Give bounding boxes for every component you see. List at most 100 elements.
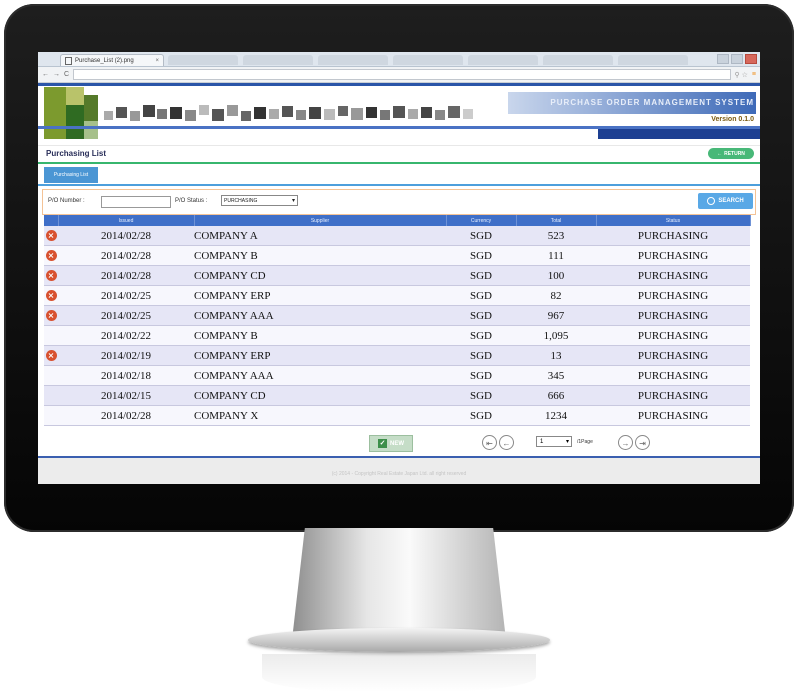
delete-icon[interactable]: × <box>45 270 57 282</box>
page-select[interactable]: 1 ▾ <box>536 436 572 447</box>
col-header-status[interactable]: Status <box>596 215 751 226</box>
po-status-value: PURCHASING <box>224 197 258 204</box>
total-cell: 666 <box>516 385 596 406</box>
browser-tab-title: Purchase_List (2).png <box>75 57 134 64</box>
total-cell: 1234 <box>516 405 596 426</box>
supplier-cell: COMPANY B <box>194 325 446 346</box>
issued-cell: 2014/02/25 <box>58 285 194 306</box>
delete-cell: × <box>44 265 58 286</box>
table-row[interactable]: × 2014/02/28 COMPANY A SGD 523 PURCHASING <box>44 226 750 246</box>
browser-tab-bar: Purchase_List (2).png × <box>38 52 760 67</box>
last-page-icon[interactable]: ⇥ <box>635 435 650 450</box>
page-select-value: 1 <box>540 438 544 445</box>
copyright-text: (c) 2014 - Copyright Real Estate Japan L… <box>331 471 467 477</box>
prev-page-icon[interactable]: ← <box>499 435 514 450</box>
browser-tab[interactable]: Purchase_List (2).png × <box>60 54 164 66</box>
forward-icon[interactable]: → <box>53 71 60 78</box>
zoom-star-icons[interactable]: ⚲ ☆ <box>735 71 748 79</box>
banner-accent-bar <box>598 129 760 139</box>
chevron-down-icon: ▾ <box>291 198 295 204</box>
table-row[interactable]: × 2014/02/28 COMPANY CD SGD 100 PURCHASING <box>44 265 750 286</box>
next-page-icon[interactable]: → <box>618 435 633 450</box>
col-header-total[interactable]: Total <box>516 215 597 226</box>
po-status-select[interactable]: PURCHASING ▾ <box>221 195 298 206</box>
table-row[interactable]: × 2014/02/28 COMPANY B SGD 111 PURCHASING <box>44 245 750 266</box>
delete-cell <box>44 325 58 346</box>
browser-tab-blurred[interactable] <box>168 55 238 65</box>
table-row[interactable]: × 2014/02/25 COMPANY AAA SGD 967 PURCHASING <box>44 305 750 326</box>
total-cell: 967 <box>516 305 596 326</box>
delete-icon[interactable]: × <box>45 310 57 322</box>
address-bar[interactable] <box>73 69 731 80</box>
supplier-cell: COMPANY ERP <box>194 345 446 366</box>
screen: Purchase_List (2).png × ← → C ⚲ ☆ ≡ PURC… <box>38 52 760 484</box>
browser-tab-blurred[interactable] <box>618 55 688 65</box>
table-row[interactable]: × 2014/02/25 COMPANY ERP SGD 82 PURCHASING <box>44 285 750 306</box>
document-icon <box>65 56 72 65</box>
page-title: Purchasing List <box>46 149 107 158</box>
issued-cell: 2014/02/15 <box>58 385 194 406</box>
browser-tab-blurred[interactable] <box>318 55 388 65</box>
col-header-currency[interactable]: Currency <box>446 215 517 226</box>
chevron-down-icon: ▾ <box>565 439 569 445</box>
issued-cell: 2014/02/28 <box>58 245 194 266</box>
total-cell: 345 <box>516 365 596 386</box>
search-icon <box>707 197 716 205</box>
supplier-cell: COMPANY X <box>194 405 446 426</box>
issued-cell: 2014/02/19 <box>58 345 194 366</box>
per-page-label: /1Page <box>577 439 593 445</box>
window-controls <box>717 54 757 64</box>
issued-cell: 2014/02/28 <box>58 226 194 246</box>
delete-cell: × <box>44 245 58 266</box>
status-cell: PURCHASING <box>596 325 750 346</box>
delete-icon[interactable]: × <box>45 250 57 262</box>
first-page-icon[interactable]: ⇤ <box>482 435 497 450</box>
delete-cell: × <box>44 285 58 306</box>
status-cell: PURCHASING <box>596 245 750 266</box>
browser-tab-blurred[interactable] <box>543 55 613 65</box>
table-row[interactable]: 2014/02/28 COMPANY X SGD 1234 PURCHASING <box>44 405 750 426</box>
new-button-label: NEW <box>390 440 404 447</box>
status-cell: PURCHASING <box>596 285 750 306</box>
currency-cell: SGD <box>446 325 516 346</box>
table-row[interactable]: 2014/02/22 COMPANY B SGD 1,095 PURCHASING <box>44 325 750 346</box>
browser-toolbar: ← → C ⚲ ☆ ≡ <box>38 67 760 83</box>
version-label: Version 0.1.0 <box>711 116 754 123</box>
search-button[interactable]: SEARCH <box>698 193 753 209</box>
col-header-issued[interactable]: Issued <box>58 215 195 226</box>
tab-purchasing-list[interactable]: Purchasing List <box>44 167 98 183</box>
browser-tab-blurred[interactable] <box>243 55 313 65</box>
total-cell: 82 <box>516 285 596 306</box>
supplier-cell: COMPANY AAA <box>194 365 446 386</box>
browser-tab-blurred[interactable] <box>468 55 538 65</box>
po-number-label: P/O Number : <box>48 198 85 204</box>
close-icon[interactable]: × <box>155 58 159 64</box>
delete-icon[interactable]: × <box>45 350 57 362</box>
currency-cell: SGD <box>446 265 516 286</box>
maximize-button[interactable] <box>731 54 743 64</box>
issued-cell: 2014/02/28 <box>58 405 194 426</box>
arrow-left-icon: ← <box>717 150 723 157</box>
table-row[interactable]: × 2014/02/19 COMPANY ERP SGD 13 PURCHASING <box>44 345 750 366</box>
browser-tab-blurred[interactable] <box>393 55 463 65</box>
window-close-button[interactable] <box>745 54 757 64</box>
reload-icon[interactable]: C <box>64 71 69 78</box>
status-cell: PURCHASING <box>596 405 750 426</box>
new-button[interactable]: ✓ NEW <box>369 435 413 452</box>
return-button[interactable]: ← RETURN <box>708 148 754 159</box>
table-row[interactable]: 2014/02/18 COMPANY AAA SGD 345 PURCHASING <box>44 365 750 386</box>
back-icon[interactable]: ← <box>42 71 49 78</box>
supplier-cell: COMPANY AAA <box>194 305 446 326</box>
issued-cell: 2014/02/28 <box>58 265 194 286</box>
col-header-supplier[interactable]: Supplier <box>194 215 447 226</box>
currency-cell: SGD <box>446 405 516 426</box>
delete-icon[interactable]: × <box>45 290 57 302</box>
po-number-input[interactable] <box>101 196 171 208</box>
minimize-button[interactable] <box>717 54 729 64</box>
pager: ✓ NEW ⇤ ← 1 ▾ /1Page → ⇥ <box>38 434 760 454</box>
delete-icon[interactable]: × <box>45 230 57 242</box>
supplier-cell: COMPANY CD <box>194 265 446 286</box>
delete-cell <box>44 405 58 426</box>
browser-menu-icon[interactable]: ≡ <box>752 71 756 78</box>
table-row[interactable]: 2014/02/15 COMPANY CD SGD 666 PURCHASING <box>44 385 750 406</box>
